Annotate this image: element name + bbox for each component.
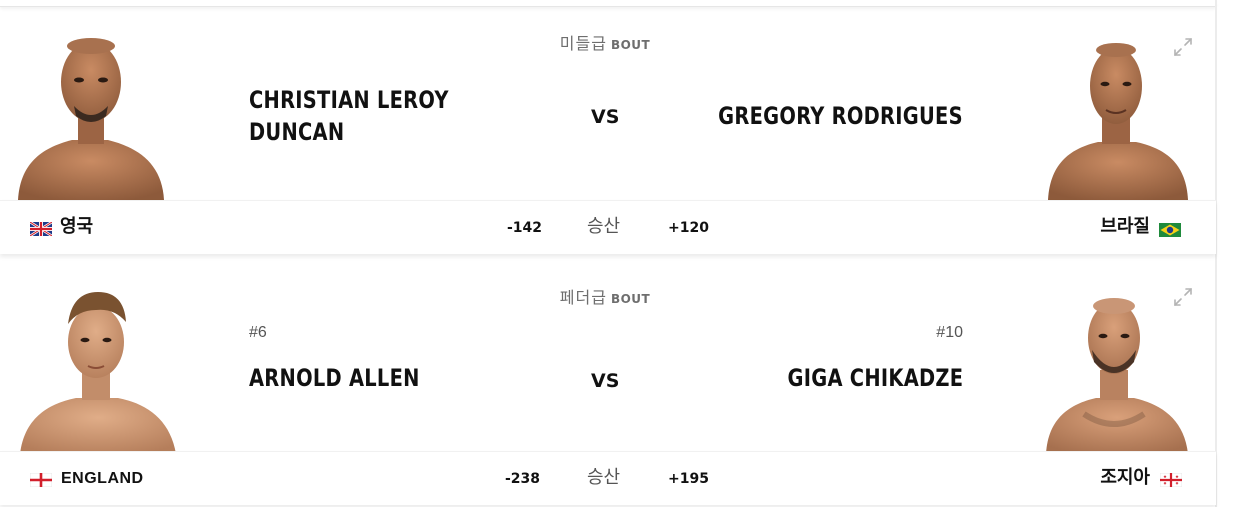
red-fighter-odds: -238 (505, 471, 541, 487)
blue-fighter-photo[interactable] (1036, 30, 1196, 200)
fight-card-2[interactable]: 페더급 BOUT #6 ARNOLD ALLEN VS #10 GIGA CHIK… (0, 262, 1216, 507)
odds-bar: 영국 -142 승산 +120 브라질 (0, 200, 1216, 254)
brazil-flag-icon (1159, 223, 1181, 237)
red-fighter-name[interactable]: ARNOLD ALLEN (249, 362, 420, 394)
red-fighter-name[interactable]: CHRISTIAN LEROY DUNCAN (249, 84, 449, 148)
red-fighter-name-line1: ARNOLD ALLEN (249, 364, 420, 392)
georgia-flag-icon (1160, 473, 1182, 487)
weight-class: 페더급 (559, 290, 607, 307)
blue-fighter-name[interactable]: GREGORY RODRIGUES (718, 100, 963, 132)
red-fighter-country: ENGLAND (61, 470, 144, 487)
bout-title: 미들급 BOUT (0, 30, 1210, 54)
red-fighter-photo[interactable] (10, 30, 170, 200)
odds-bar: ENGLAND -238 승산 +195 조지아 (0, 451, 1216, 505)
vs-label: VS (591, 370, 620, 392)
united-kingdom-flag-icon (30, 222, 52, 236)
bout-title: 페더급 BOUT (0, 284, 1210, 308)
previous-card-bottom (0, 0, 1216, 7)
blue-fighter-country: 브라질 (1100, 216, 1150, 236)
odds-label: 승산 (587, 216, 621, 236)
red-fighter-country: 영국 (60, 216, 94, 236)
england-flag-icon (30, 473, 52, 487)
blue-fighter-rank: #10 (936, 324, 963, 341)
blue-fighter-name[interactable]: GIGA CHIKADZE (787, 362, 963, 394)
fight-card-1[interactable]: 미들급 BOUT CHRISTIAN LEROY DUNCAN VS GREGOR… (0, 8, 1216, 258)
vs-label: VS (591, 106, 620, 128)
weight-class: 미들급 (559, 36, 607, 53)
bout-label: BOUT (610, 292, 651, 306)
bout-label: BOUT (610, 38, 651, 52)
red-fighter-name-line1: CHRISTIAN LEROY (249, 86, 449, 114)
red-fighter-name-line2: DUNCAN (249, 118, 345, 146)
red-fighter-rank: #6 (249, 324, 267, 341)
odds-label: 승산 (587, 467, 621, 487)
red-fighter-odds: -142 (507, 220, 543, 236)
blue-fighter-odds: +195 (668, 471, 709, 487)
blue-fighter-photo[interactable] (1034, 284, 1194, 454)
blue-fighter-country: 조지아 (1100, 467, 1150, 487)
blue-fighter-odds: +120 (668, 220, 709, 236)
red-fighter-photo[interactable] (18, 284, 178, 454)
blue-fighter-name-line1: GIGA CHIKADZE (787, 364, 963, 392)
blue-fighter-name-line1: GREGORY RODRIGUES (718, 102, 963, 130)
